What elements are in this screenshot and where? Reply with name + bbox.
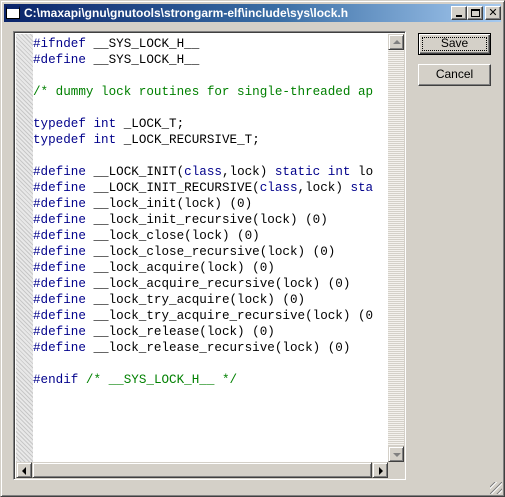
code-keyword: #define bbox=[33, 197, 86, 211]
cancel-button[interactable]: Cancel bbox=[418, 64, 491, 86]
scroll-up-button[interactable] bbox=[388, 34, 404, 50]
code-line: typedef int _LOCK_T; bbox=[33, 116, 388, 132]
code-text: __lock_acquire_recursive(lock) (0) bbox=[85, 277, 351, 291]
code-text: __SYS_LOCK_H__ bbox=[85, 53, 200, 67]
code-keyword: #ifndef bbox=[33, 37, 86, 51]
code-keyword: class bbox=[184, 165, 222, 179]
code-keyword: #define bbox=[33, 181, 86, 195]
window-icon[interactable] bbox=[6, 6, 20, 19]
code-text: __lock_close_recursive(lock) (0) bbox=[85, 245, 336, 259]
horizontal-scrollbar[interactable] bbox=[16, 462, 388, 478]
code-text: __SYS_LOCK_H__ bbox=[85, 37, 200, 51]
code-line: typedef int _LOCK_RECURSIVE_T; bbox=[33, 132, 388, 148]
code-comment: /* __SYS_LOCK_H__ */ bbox=[85, 373, 238, 387]
code-line: #define __lock_close_recursive(lock) (0) bbox=[33, 244, 388, 260]
code-line: #define __lock_try_acquire_recursive(loc… bbox=[33, 308, 388, 324]
horizontal-scroll-thumb[interactable] bbox=[32, 462, 372, 478]
minimize-button[interactable] bbox=[451, 6, 467, 20]
code-editor[interactable]: #ifndef __SYS_LOCK_H__ #define __SYS_LOCK… bbox=[13, 31, 406, 480]
code-line: #ifndef __SYS_LOCK_H__ bbox=[33, 36, 388, 52]
arrow-up-icon bbox=[393, 40, 401, 44]
code-line: #define __lock_acquire(lock) (0) bbox=[33, 260, 388, 276]
code-text: _LOCK_T; bbox=[116, 117, 185, 131]
code-text: __LOCK_INIT_RECURSIVE( bbox=[85, 181, 260, 195]
code-keyword: #define bbox=[33, 325, 86, 339]
code-text: __lock_release_recursive(lock) (0) bbox=[85, 341, 351, 355]
code-keyword: #define bbox=[33, 261, 86, 275]
code-text: _LOCK_RECURSIVE_T; bbox=[116, 133, 260, 147]
code-line: #define __lock_close(lock) (0) bbox=[33, 228, 388, 244]
code-text: __lock_close(lock) (0) bbox=[85, 229, 260, 243]
maximize-icon bbox=[471, 9, 480, 17]
code-keyword: typedef bbox=[33, 133, 86, 147]
scroll-down-button[interactable] bbox=[388, 446, 404, 462]
code-text: __LOCK_INIT( bbox=[85, 165, 185, 179]
code-text-area[interactable]: #ifndef __SYS_LOCK_H__ #define __SYS_LOCK… bbox=[33, 34, 388, 462]
code-keyword: #define bbox=[33, 213, 86, 227]
scroll-right-button[interactable] bbox=[372, 462, 388, 478]
code-line: #define __LOCK_INIT(class,lock) static i… bbox=[33, 164, 388, 180]
scrollbar-corner bbox=[388, 462, 404, 478]
code-keyword: #define bbox=[33, 245, 86, 259]
code-line: #define __LOCK_INIT_RECURSIVE(class,lock… bbox=[33, 180, 388, 196]
code-text: __lock_init(lock) (0) bbox=[85, 197, 253, 211]
save-button[interactable]: Save bbox=[418, 33, 491, 55]
code-line: #define __lock_acquire_recursive(lock) (… bbox=[33, 276, 388, 292]
code-text: lo bbox=[350, 165, 374, 179]
vertical-scrollbar[interactable] bbox=[388, 34, 404, 462]
code-keyword: int bbox=[93, 117, 117, 131]
code-keyword: #define bbox=[33, 229, 86, 243]
window-title: C:\maxapi\gnu\gnutools\strongarm-elf\inc… bbox=[24, 6, 349, 20]
code-keyword: #define bbox=[33, 53, 86, 67]
scroll-left-button[interactable] bbox=[16, 462, 32, 478]
close-icon: ✕ bbox=[488, 6, 498, 19]
code-text: __lock_acquire(lock) (0) bbox=[85, 261, 275, 275]
arrow-right-icon bbox=[379, 467, 383, 475]
code-keyword: sta bbox=[350, 181, 374, 195]
code-line: #endif /* __SYS_LOCK_H__ */ bbox=[33, 372, 388, 388]
code-keyword: #define bbox=[33, 309, 86, 323]
code-text: ,lock) bbox=[221, 165, 275, 179]
code-keyword: int bbox=[93, 133, 117, 147]
editor-gutter bbox=[16, 34, 33, 462]
cancel-button-label: Cancel bbox=[435, 67, 474, 81]
code-keyword: #endif bbox=[33, 373, 79, 387]
editor-window: C:\maxapi\gnu\gnutools\strongarm-elf\inc… bbox=[0, 0, 505, 497]
code-keyword: #define bbox=[33, 165, 86, 179]
code-line: /* dummy lock routines for single-thread… bbox=[33, 84, 388, 100]
arrow-left-icon bbox=[22, 467, 26, 475]
code-text: __lock_try_acquire(lock) (0) bbox=[85, 293, 306, 307]
code-line: #define __SYS_LOCK_H__ bbox=[33, 52, 388, 68]
maximize-button[interactable] bbox=[467, 6, 483, 20]
code-keyword: #define bbox=[33, 341, 86, 355]
minimize-icon bbox=[456, 15, 462, 17]
code-line: #define __lock_try_acquire(lock) (0) bbox=[33, 292, 388, 308]
code-text: __lock_try_acquire_recursive(lock) (0 bbox=[85, 309, 374, 323]
code-line: #define __lock_release_recursive(lock) (… bbox=[33, 340, 388, 356]
save-button-label: Save bbox=[440, 36, 469, 50]
code-keyword: int bbox=[327, 165, 351, 179]
code-text: ,lock) bbox=[297, 181, 351, 195]
code-text: __lock_release(lock) (0) bbox=[85, 325, 275, 339]
close-button[interactable]: ✕ bbox=[485, 6, 501, 20]
code-keyword: static bbox=[274, 165, 321, 179]
code-line: #define __lock_init(lock) (0) bbox=[33, 196, 388, 212]
code-keyword: #define bbox=[33, 293, 86, 307]
code-keyword: #define bbox=[33, 277, 86, 291]
title-bar[interactable]: C:\maxapi\gnu\gnutools\strongarm-elf\inc… bbox=[4, 4, 501, 22]
code-keyword: class bbox=[259, 181, 298, 195]
code-keyword: typedef bbox=[33, 117, 86, 131]
code-line: #define __lock_init_recursive(lock) (0) bbox=[33, 212, 388, 228]
resize-grip[interactable] bbox=[490, 482, 502, 494]
arrow-down-icon bbox=[393, 453, 401, 457]
code-comment: /* dummy lock routines for single-thread… bbox=[33, 85, 374, 99]
code-text: __lock_init_recursive(lock) (0) bbox=[85, 213, 328, 227]
code-line: #define __lock_release(lock) (0) bbox=[33, 324, 388, 340]
